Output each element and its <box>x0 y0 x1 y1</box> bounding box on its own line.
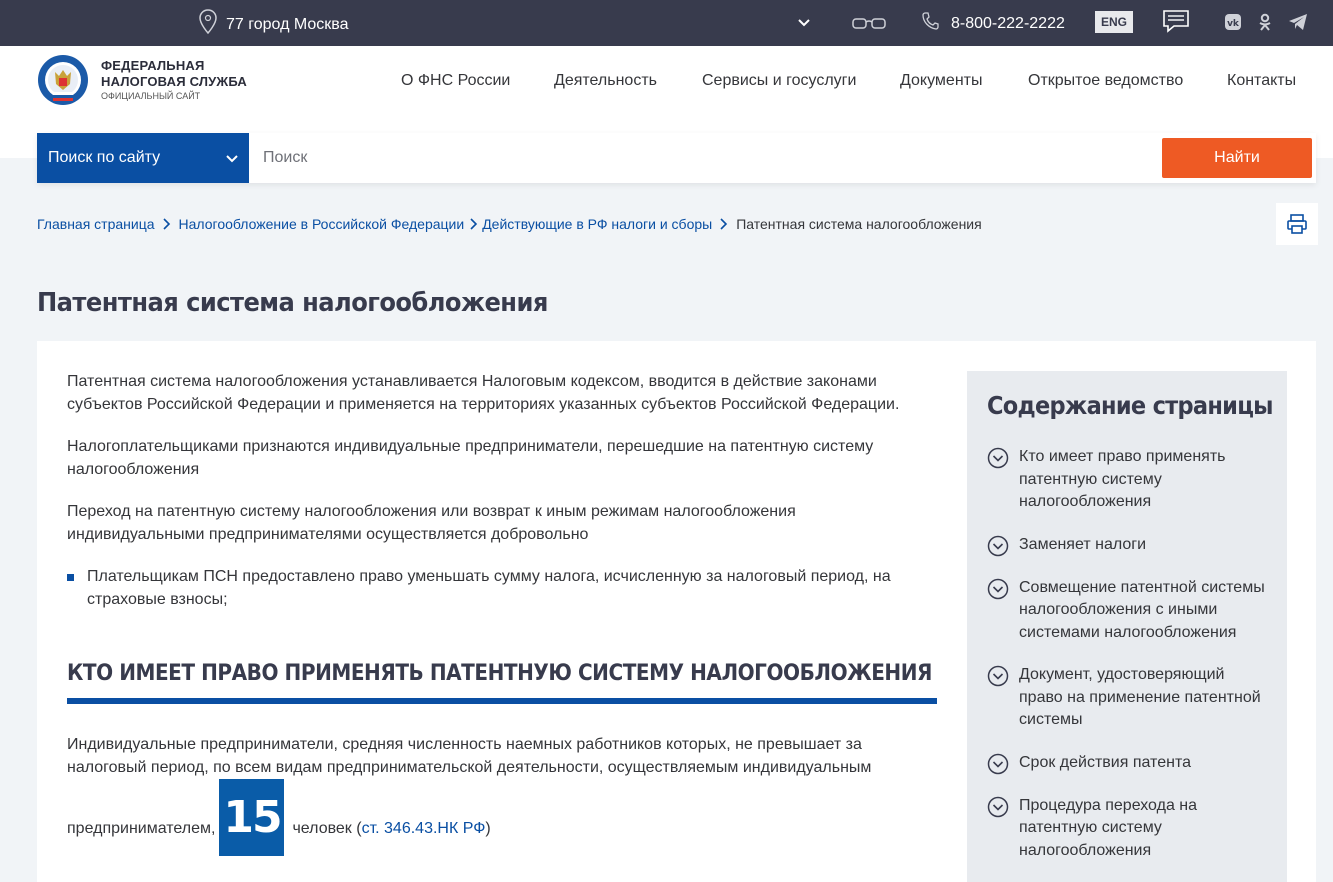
toc-item[interactable]: Срок действия патента <box>987 752 1267 775</box>
search-scope-select[interactable]: Поиск по сайту <box>37 133 249 183</box>
chevron-right-icon <box>720 218 728 230</box>
tax-code-article-link[interactable]: ст. 346.43.НК РФ <box>362 820 486 837</box>
search-input[interactable] <box>249 133 1159 183</box>
nav-item-open-agency[interactable]: Открытое ведомство <box>1028 72 1183 90</box>
toc-item-label: Срок действия патента <box>1019 753 1191 771</box>
toc-item[interactable]: Документ, удостоверяющий право на примен… <box>987 664 1267 732</box>
paragraph: Налогоплательщиками признаются индивидуа… <box>67 438 874 478</box>
chevron-circle-icon <box>987 447 1009 469</box>
chevron-circle-icon <box>987 665 1009 687</box>
print-button[interactable] <box>1276 203 1318 245</box>
location-selector[interactable]: 77 город Москва <box>198 9 348 40</box>
nav-item-documents[interactable]: Документы <box>900 72 982 90</box>
toc-item-label: Документ, удостоверяющий право на примен… <box>1019 666 1261 728</box>
paragraph: Патентная система налогообложения устана… <box>67 373 900 413</box>
toc-item-label: Заменяет налоги <box>1019 535 1147 553</box>
svg-text:vk: vk <box>1227 19 1240 29</box>
highlight-number-badge: 15 <box>219 779 285 856</box>
logo-line-1: ФЕДЕРАЛЬНАЯ <box>101 58 205 73</box>
section-paragraph: Индивидуальные предприниматели, средняя … <box>67 736 872 776</box>
accessibility-glasses-icon[interactable] <box>851 15 887 36</box>
nav-item-activity[interactable]: Деятельность <box>554 72 657 90</box>
text-fragment: предпринимателем, <box>67 820 216 837</box>
nav-item-about[interactable]: О ФНС России <box>401 72 510 90</box>
content-card: Патентная система налогообложения устана… <box>37 341 1316 882</box>
hotline[interactable]: 8-800-222-2222 <box>921 11 1065 36</box>
breadcrumb-link-taxes[interactable]: Действующие в РФ налоги и сборы <box>482 216 712 232</box>
logo-line-3: ОФИЦИАЛЬНЫЙ САЙТ <box>101 91 201 101</box>
toc-item[interactable]: Кто имеет право применять патентную сист… <box>987 446 1267 514</box>
text-fragment: ) <box>485 820 491 837</box>
logo-line-2: НАЛОГОВАЯ СЛУЖБА <box>101 74 248 89</box>
social-links: vk <box>1224 13 1308 36</box>
text-fragment: человек (ст. 346.43.НК РФ) <box>292 818 490 856</box>
toc-item[interactable]: Заменяет налоги <box>987 534 1267 557</box>
article-body: Патентная система налогообложения устана… <box>67 371 937 611</box>
chevron-circle-icon <box>987 753 1009 774</box>
logo-text: ФЕДЕРАЛЬНАЯ НАЛОГОВАЯ СЛУЖБА ОФИЦИАЛЬНЫЙ… <box>101 58 247 102</box>
section-divider <box>67 698 937 704</box>
breadcrumb-link-home[interactable]: Главная страница <box>37 216 155 232</box>
chevron-circle-icon <box>987 578 1009 599</box>
section-heading-text: КТО ИМЕЕТ ПРАВО ПРИМЕНЯТЬ ПАТЕНТНУЮ СИСТ… <box>67 661 932 686</box>
paragraph: Переход на патентную систему налогооблож… <box>67 503 796 543</box>
toc-item-label: Совмещение патентной системы налогооблож… <box>1019 578 1265 641</box>
search-scope-label: Поиск по сайту <box>48 149 161 166</box>
phone-icon <box>921 11 939 36</box>
section-paragraph-continued: предпринимателем, 15 человек (ст. 346.43… <box>67 779 937 856</box>
fns-emblem-icon <box>38 55 88 105</box>
printer-icon <box>1287 214 1307 234</box>
table-of-contents: Содержание страницы Кто имеет право прим… <box>967 371 1287 882</box>
phone-number: 8-800-222-2222 <box>951 14 1065 32</box>
breadcrumb-link-taxation[interactable]: Налогообложение в Российской Федерации <box>179 216 465 232</box>
toc-item-label: Процедура перехода на патентную систему … <box>1019 796 1198 859</box>
location-pin-icon <box>198 9 218 40</box>
nav-item-contacts[interactable]: Контакты <box>1227 72 1296 90</box>
chevron-right-icon <box>470 218 478 230</box>
section-heading: КТО ИМЕЕТ ПРАВО ПРИМЕНЯТЬ ПАТЕНТНУЮ СИСТ… <box>67 661 937 686</box>
top-bar: 77 город Москва 8-800-222-2222 ENG vk <box>0 0 1333 46</box>
odnoklassniki-icon[interactable] <box>1258 13 1272 36</box>
chevron-circle-icon <box>987 796 1009 817</box>
toc-item[interactable]: Совмещение патентной системы налогооблож… <box>987 577 1267 645</box>
breadcrumb-current: Патентная система налогообложения <box>736 216 982 232</box>
toc-title: Содержание страницы <box>987 391 1274 420</box>
chevron-right-icon <box>162 218 171 230</box>
text-fragment: человек ( <box>292 820 362 837</box>
location-label: 77 город Москва <box>226 15 349 33</box>
breadcrumb: Главная страница Налогообложение в Росси… <box>37 216 982 232</box>
vk-icon[interactable]: vk <box>1224 13 1242 36</box>
page-title: Патентная система налогообложения <box>37 288 548 318</box>
chevron-down-icon[interactable] <box>797 14 811 37</box>
feedback-chat-icon[interactable] <box>1162 9 1190 40</box>
toc-item[interactable]: Процедура перехода на патентную систему … <box>987 795 1267 863</box>
bullet-list: Плательщикам ПСН предоставлено право уме… <box>67 566 937 611</box>
telegram-icon[interactable] <box>1288 13 1308 36</box>
chevron-down-icon <box>225 152 239 170</box>
toc-item-label: Кто имеет право применять патентную сист… <box>1019 448 1226 510</box>
list-item: Плательщикам ПСН предоставлено право уме… <box>67 566 937 611</box>
nav-item-services[interactable]: Сервисы и госуслуги <box>702 72 856 90</box>
chevron-circle-icon <box>987 535 1009 556</box>
site-logo[interactable]: ФЕДЕРАЛЬНАЯ НАЛОГОВАЯ СЛУЖБА ОФИЦИАЛЬНЫЙ… <box>37 54 247 106</box>
language-switch-button[interactable]: ENG <box>1095 11 1133 33</box>
search-button[interactable]: Найти <box>1162 138 1312 178</box>
search-bar: Поиск по сайту Найти <box>37 133 1316 183</box>
